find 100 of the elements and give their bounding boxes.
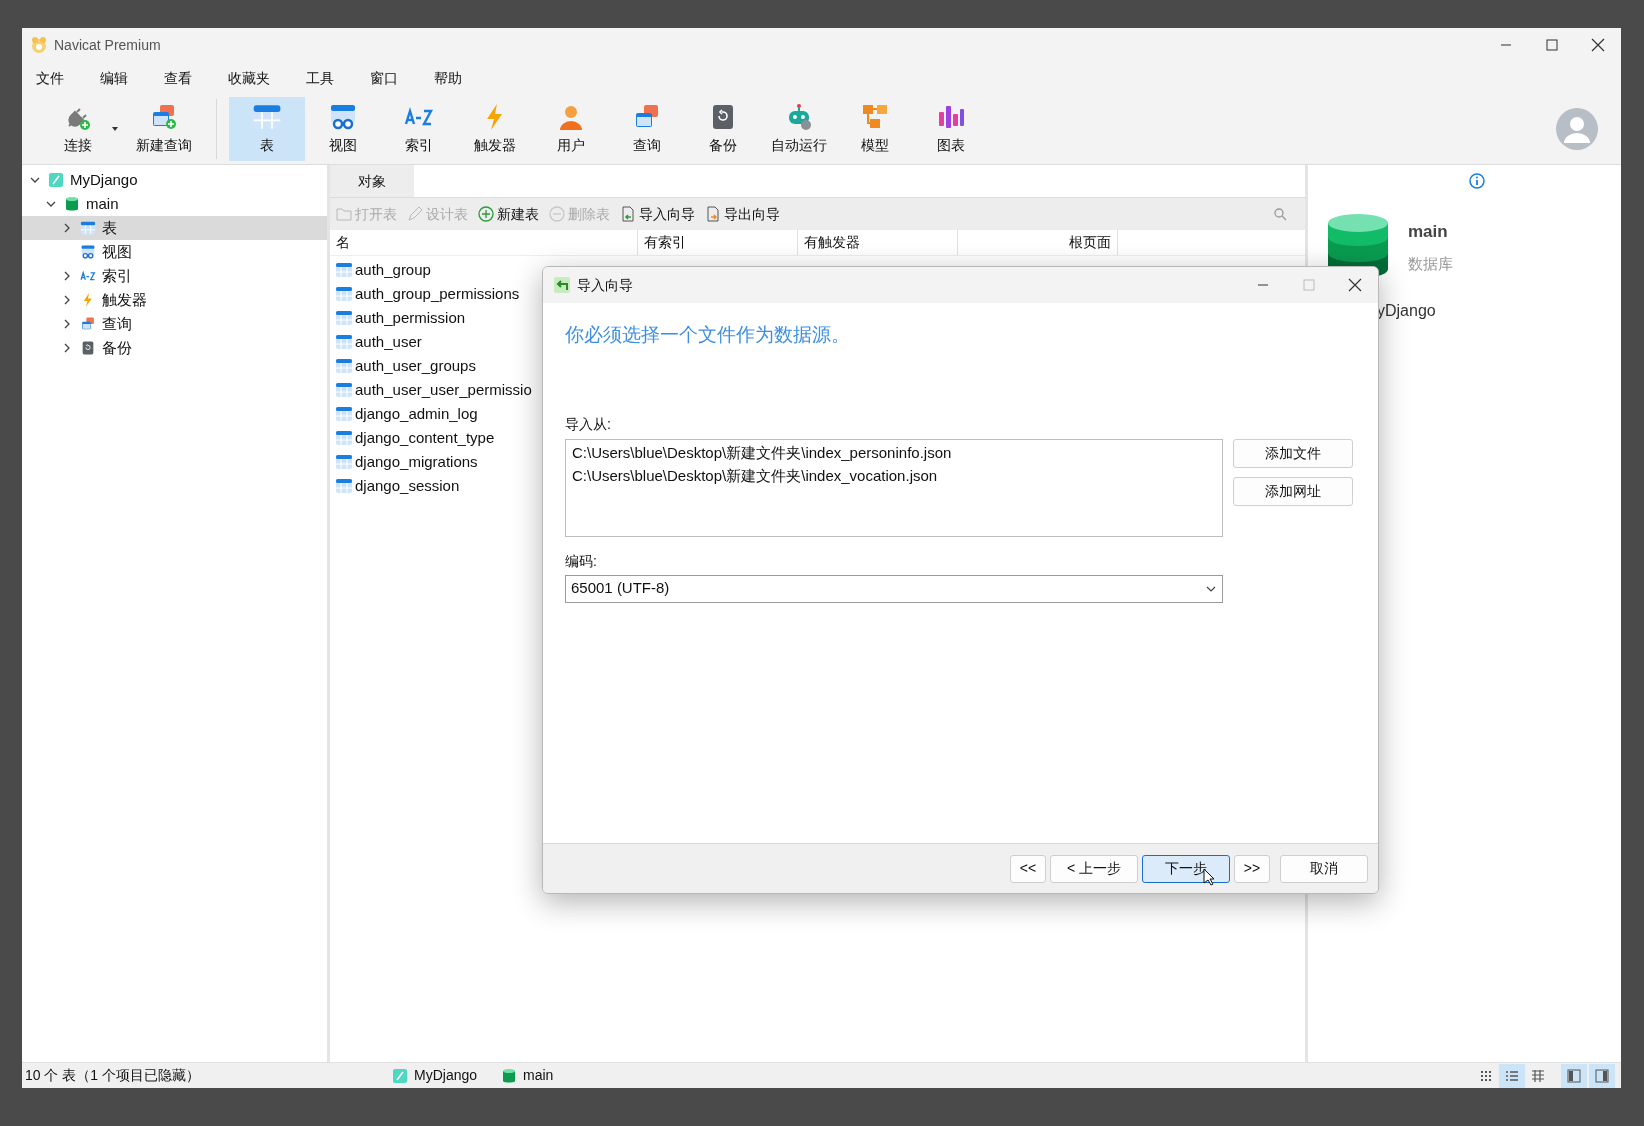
folder-icon <box>336 207 352 221</box>
toolbar-button[interactable]: 模型 <box>837 97 913 161</box>
table-icon <box>335 406 353 422</box>
tree-item[interactable]: 备份 <box>22 336 327 360</box>
query-icon <box>80 316 96 332</box>
toolbar-button[interactable]: 表 <box>229 97 305 161</box>
toolbar-button[interactable]: 备份 <box>685 97 761 161</box>
action-button[interactable]: 新建表 <box>478 203 539 225</box>
grid-view-icon <box>1531 1068 1545 1083</box>
minus-circle-icon <box>549 206 565 222</box>
table-name[interactable]: django_content_type <box>355 426 495 450</box>
wizard-nav-button[interactable]: >> <box>1234 854 1270 883</box>
dialog-title: 导入向导 <box>577 275 633 295</box>
window-title: Navicat Premium <box>54 35 161 55</box>
connection-name: yDjango <box>1377 301 1436 321</box>
table-name[interactable]: django_migrations <box>355 450 478 474</box>
import-icon <box>620 206 636 222</box>
menu-item[interactable]: 窗口 <box>362 67 406 89</box>
column-header[interactable]: 根页面 <box>958 230 1118 255</box>
status-database: main <box>523 1066 554 1085</box>
left-panel-icon <box>1567 1068 1581 1083</box>
wizard-nav-button[interactable]: < 上一步 <box>1050 854 1138 883</box>
wizard-nav-button[interactable]: 下一步 <box>1142 854 1230 883</box>
backup-icon <box>80 340 96 356</box>
table-name[interactable]: django_session <box>355 474 460 498</box>
menu-item[interactable]: 查看 <box>156 67 200 89</box>
table-name[interactable]: auth_group <box>355 258 431 282</box>
field-label: 导入从: <box>565 414 612 434</box>
action-button[interactable]: 导出向导 <box>705 203 780 225</box>
table-icon <box>252 102 282 132</box>
table-name[interactable]: django_admin_log <box>355 402 478 426</box>
right-panel-icon <box>1595 1068 1609 1083</box>
tree-item[interactable]: main <box>22 192 327 216</box>
side-button[interactable]: 添加网址 <box>1233 476 1353 506</box>
table-icon <box>335 478 353 494</box>
table-name[interactable]: auth_user_groups <box>355 354 476 378</box>
column-header[interactable]: 名 <box>330 230 638 255</box>
panel-toggle[interactable] <box>1589 1063 1615 1088</box>
menu-item[interactable]: 帮助 <box>426 67 470 89</box>
table-name[interactable]: auth_permission <box>355 306 466 330</box>
tree-item[interactable]: 索引 <box>22 264 327 288</box>
menu-item[interactable]: 工具 <box>298 67 342 89</box>
wizard-nav-button[interactable]: << <box>1010 854 1046 883</box>
table-icon <box>80 220 96 236</box>
view-icon <box>80 244 96 260</box>
action-button[interactable]: 导入向导 <box>620 203 695 225</box>
table-icon <box>335 310 353 326</box>
field-label: 编码: <box>565 551 598 571</box>
status-summary: 10 个 表（1 个项目已隐藏） <box>24 1066 202 1085</box>
toolbar-button[interactable]: 用户 <box>533 97 609 161</box>
table-name[interactable]: auth_user <box>355 330 422 354</box>
table-name[interactable]: auth_user_user_permissio <box>355 378 532 402</box>
tree-item[interactable]: 触发器 <box>22 288 327 312</box>
file-list[interactable]: C:\Users\blue\Desktop\新建文件夹\index_personinfo.json C:\Users\blue\Desktop\新建文件夹\index_vocation.json <box>565 438 1223 537</box>
file-path[interactable]: C:\Users\blue\Desktop\新建文件夹\index_vocation.json <box>572 464 1216 488</box>
column-header[interactable]: 有索引 <box>638 230 798 255</box>
object-type: 数据库 <box>1408 253 1453 274</box>
view-icon <box>328 102 358 132</box>
tree-item[interactable]: 表 <box>22 216 327 240</box>
toolbar-button[interactable]: 自动运行 <box>761 97 837 161</box>
table-icon <box>335 358 353 374</box>
table-icon <box>335 286 353 302</box>
panel-toggle[interactable] <box>1561 1063 1587 1088</box>
toolbar-button[interactable]: 索引 <box>381 97 457 161</box>
tree-item[interactable]: MyDjango <box>22 168 327 192</box>
toolbar-button[interactable]: 触发器 <box>457 97 533 161</box>
table-icon <box>335 430 353 446</box>
toolbar-button[interactable]: 视图 <box>305 97 381 161</box>
table-icon <box>335 334 353 350</box>
view-toggle[interactable] <box>1499 1063 1525 1088</box>
file-path[interactable]: C:\Users\blue\Desktop\新建文件夹\index_personinfo.json <box>572 441 1216 465</box>
menu-item[interactable]: 文件 <box>28 67 72 89</box>
database-icon <box>501 1067 518 1084</box>
table-icon <box>335 262 353 278</box>
database-icon <box>64 196 80 212</box>
column-header[interactable]: 有触发器 <box>798 230 958 255</box>
toolbar-button[interactable]: 新建查询 <box>124 97 204 161</box>
menu-item[interactable]: 收藏夹 <box>220 67 278 89</box>
table-icon <box>335 382 353 398</box>
cancel-button[interactable]: 取消 <box>1280 854 1368 883</box>
plus-circle-icon <box>478 206 494 222</box>
toolbar-button[interactable]: 查询 <box>609 97 685 161</box>
table-name[interactable]: auth_group_permissions <box>355 282 520 306</box>
table-icon <box>335 454 353 470</box>
encoding-select[interactable]: 65001 (UTF-8) <box>565 574 1223 603</box>
info-icon[interactable] <box>1468 173 1485 189</box>
menu-item[interactable]: 编辑 <box>92 67 136 89</box>
toolbar-button[interactable]: 连接 <box>40 97 116 161</box>
status-connection: MyDjango <box>414 1066 478 1085</box>
pencil-icon <box>407 206 423 222</box>
list-view-icon <box>1505 1068 1519 1083</box>
toolbar-button[interactable]: 图表 <box>913 97 989 161</box>
tree-item[interactable]: 查询 <box>22 312 327 336</box>
dialog-heading: 你必须选择一个文件作为数据源。 <box>565 323 851 347</box>
side-button[interactable]: 添加文件 <box>1233 438 1353 468</box>
tree-item[interactable]: 视图 <box>22 240 327 264</box>
icon-view-icon <box>1479 1068 1493 1083</box>
export-icon <box>705 206 721 222</box>
tab[interactable]: 对象 <box>330 165 414 197</box>
dropdown-caret-icon[interactable] <box>112 127 118 131</box>
